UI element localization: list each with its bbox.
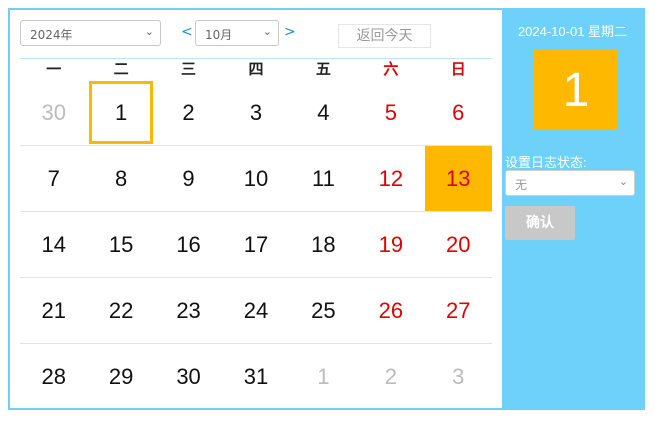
calendar-panel: 2024年 ⌄ < 10月 ⌄ > 返回今天 一二三四五六日 30 1 2 3 4 5 6 7… — [10, 10, 502, 408]
day-cell[interactable]: 26 — [357, 278, 424, 343]
day-cell[interactable]: 31 — [222, 344, 289, 410]
weekday-label: 五 — [315, 60, 331, 78]
day-cell[interactable]: 29 — [87, 344, 154, 410]
chevron-down-icon: ⌄ — [618, 175, 628, 188]
day-cell[interactable]: 16 — [155, 212, 222, 277]
day-cell[interactable]: 24 — [222, 278, 289, 343]
back-to-today-button[interactable]: 返回今天 — [338, 24, 431, 48]
day-cell[interactable]: 21 — [20, 278, 87, 343]
log-status-select[interactable]: 无 ⌄ — [505, 170, 635, 196]
week-row: 7 8 9 10 11 12 13 — [20, 146, 492, 212]
next-month-button[interactable]: > — [284, 24, 296, 40]
day-cell[interactable]: 23 — [155, 278, 222, 343]
prev-month-button[interactable]: < — [181, 24, 193, 40]
weekday-label: 六 — [383, 60, 399, 78]
day-cell[interactable]: 30 — [155, 344, 222, 410]
year-value: 2024年 — [30, 28, 73, 42]
day-cell[interactable]: 2 — [155, 80, 222, 145]
week-row: 28 29 30 31 1 2 3 — [20, 344, 492, 410]
weekday-header: 一二三四五六日 — [20, 59, 492, 80]
weekday-label: 二 — [113, 60, 129, 78]
day-cell[interactable]: 7 — [20, 146, 87, 211]
chevron-down-icon: ⌄ — [262, 25, 272, 38]
week-row: 14 15 16 17 18 19 20 — [20, 212, 492, 278]
log-status-value: 无 — [515, 178, 528, 192]
day-cell[interactable]: 22 — [87, 278, 154, 343]
day-cell[interactable]: 25 — [290, 278, 357, 343]
day-cell[interactable]: 18 — [290, 212, 357, 277]
confirm-button[interactable]: 确认 — [505, 206, 575, 240]
weekday-label: 一 — [46, 60, 62, 78]
day-cell[interactable]: 10 — [222, 146, 289, 211]
day-cell[interactable]: 27 — [425, 278, 492, 343]
day-cell[interactable]: 8 — [87, 146, 154, 211]
calendar-widget: 2024年 ⌄ < 10月 ⌄ > 返回今天 一二三四五六日 30 1 2 3 4 5 6 7… — [8, 8, 645, 410]
chevron-down-icon: ⌄ — [144, 25, 154, 38]
day-cell[interactable]: 9 — [155, 146, 222, 211]
log-status-label: 设置日志状态: — [505, 155, 587, 170]
day-cell[interactable]: 30 — [20, 80, 87, 145]
weekday-label: 三 — [181, 60, 197, 78]
day-cell[interactable]: 4 — [290, 80, 357, 145]
day-cell[interactable]: 17 — [222, 212, 289, 277]
month-select[interactable]: 10月 ⌄ — [195, 20, 279, 46]
week-row: 30 1 2 3 4 5 6 — [20, 80, 492, 146]
selected-date-text: 2024-10-01 星期二 — [517, 24, 628, 39]
month-value: 10月 — [205, 28, 233, 42]
day-cell[interactable]: 2 — [357, 344, 424, 410]
day-cell[interactable]: 3 — [222, 80, 289, 145]
day-cell[interactable]: 19 — [357, 212, 424, 277]
day-cell[interactable]: 20 — [425, 212, 492, 277]
weekday-label: 四 — [248, 60, 264, 78]
day-cell[interactable]: 1 — [290, 344, 357, 410]
selected-day-display: 1 — [534, 50, 618, 130]
day-cell[interactable]: 13 — [424, 146, 492, 211]
day-cell[interactable]: 5 — [357, 80, 424, 145]
side-panel: 2024-10-01 星期二 1 设置日志状态: 无 ⌄ 确认 — [502, 10, 643, 408]
day-cell[interactable]: 15 — [87, 212, 154, 277]
weekday-label: 日 — [450, 60, 466, 78]
day-cell[interactable]: 3 — [425, 344, 492, 410]
day-cell[interactable]: 6 — [425, 80, 492, 145]
day-cell[interactable]: 14 — [20, 212, 87, 277]
day-cell[interactable]: 28 — [20, 344, 87, 410]
day-cell[interactable]: 1 — [87, 80, 154, 145]
year-select[interactable]: 2024年 ⌄ — [20, 20, 161, 46]
week-row: 21 22 23 24 25 26 27 — [20, 278, 492, 344]
day-cell[interactable]: 11 — [290, 146, 357, 211]
day-cell[interactable]: 12 — [357, 146, 424, 211]
date-grid: 30 1 2 3 4 5 6 7 8 9 10 11 12 13 14 15 16 17 18 19 20 21 22 23 2… — [20, 80, 492, 410]
